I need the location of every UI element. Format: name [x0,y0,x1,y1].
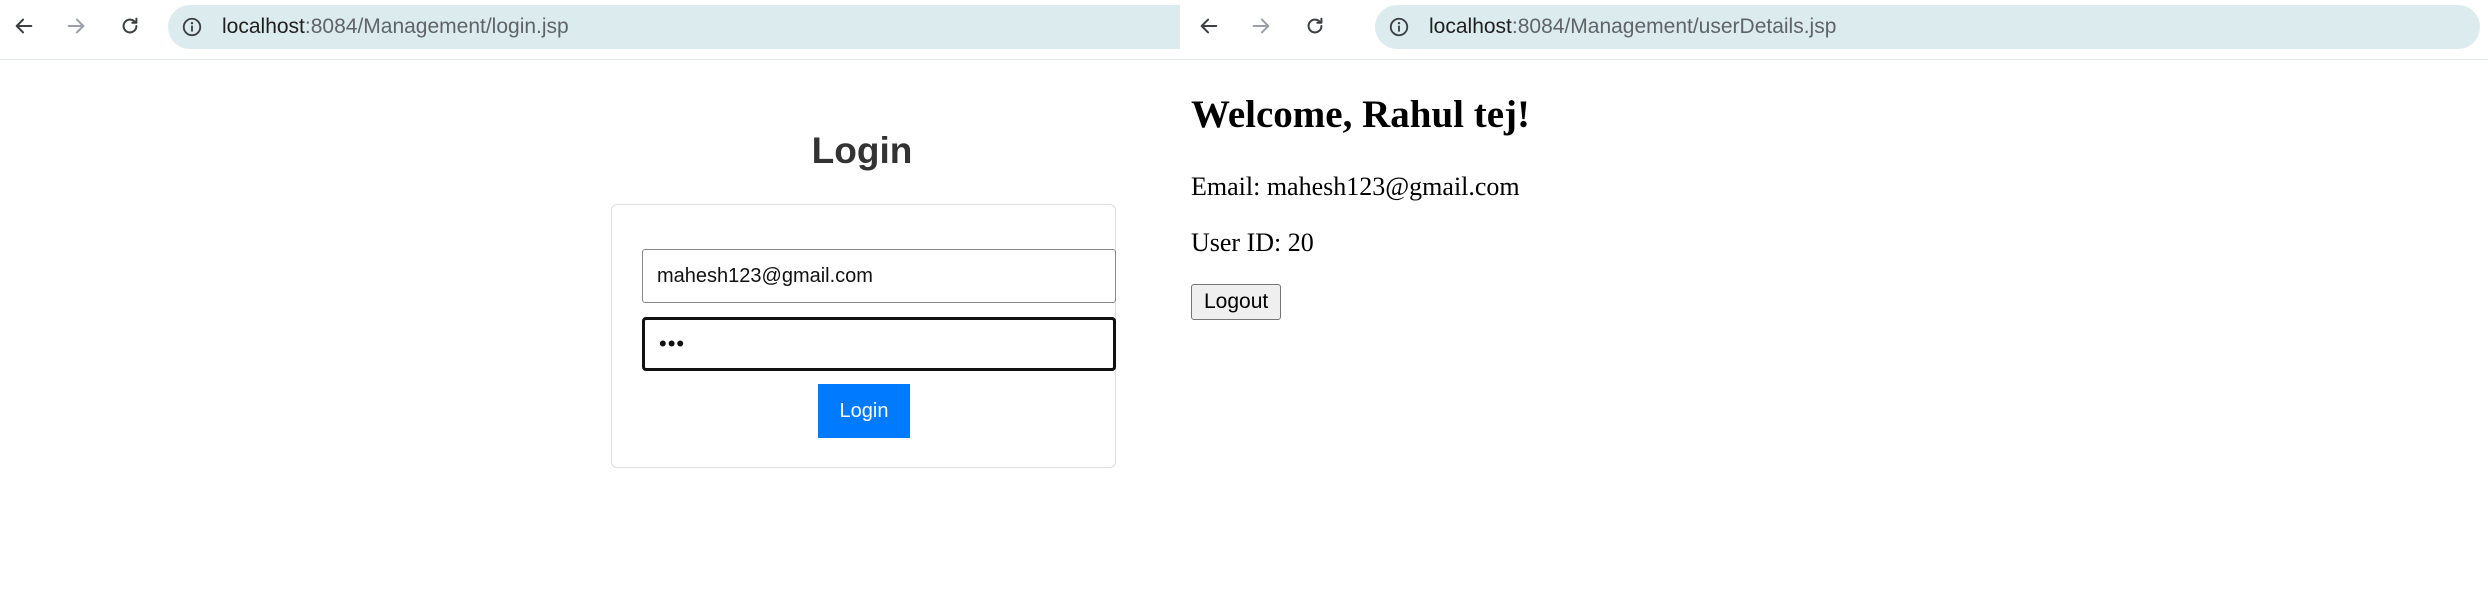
arrow-left-icon [15,18,33,34]
browser-window-user-details: localhost:8084/Management/userDetails.js… [1180,0,2488,610]
back-button[interactable] [4,8,44,44]
reload-icon [1307,17,1323,34]
reload-button[interactable] [1295,8,1335,44]
login-button[interactable]: Login [818,384,910,438]
forward-button[interactable] [1241,8,1281,44]
logout-button[interactable]: Logout [1191,284,1282,320]
browser-toolbar: localhost:8084/Management/login.jsp [0,0,1180,60]
user-id: User ID: 20 [1191,228,1314,257]
password-field[interactable]: ••• [642,317,1116,371]
url-path: :8084/Management/userDetails.jsp [1511,15,1837,38]
reload-icon [122,17,138,34]
arrow-right-icon [67,18,85,34]
address-bar[interactable]: localhost:8084/Management/userDetails.js… [1375,5,2480,49]
browser-window-login: localhost:8084/Management/login.jsp Logi… [0,0,1180,610]
url-host: localhost [1429,15,1512,38]
arrow-left-icon [1200,18,1218,34]
address-url[interactable]: localhost:8084/Management/userDetails.js… [1429,16,1836,38]
forward-button[interactable] [56,8,96,44]
site-info-icon[interactable] [1387,15,1411,39]
site-info-icon[interactable] [180,15,204,39]
user-email: Email: mahesh123@gmail.com [1191,172,1520,201]
address-url[interactable]: localhost:8084/Management/login.jsp [222,16,569,38]
reload-button[interactable] [110,8,150,44]
browser-toolbar: localhost:8084/Management/userDetails.js… [1180,0,2488,60]
back-button[interactable] [1189,8,1229,44]
address-bar[interactable]: localhost:8084/Management/login.jsp [168,5,1180,49]
login-form: mahesh123@gmail.com ••• Login [611,204,1116,468]
arrow-right-icon [1252,18,1270,34]
url-host: localhost [222,15,305,38]
page-title: Login [811,130,913,171]
welcome-heading: Welcome, Rahul tej! [1191,93,1531,136]
url-path: :8084/Management/login.jsp [304,15,569,38]
email-field[interactable]: mahesh123@gmail.com [642,249,1116,303]
